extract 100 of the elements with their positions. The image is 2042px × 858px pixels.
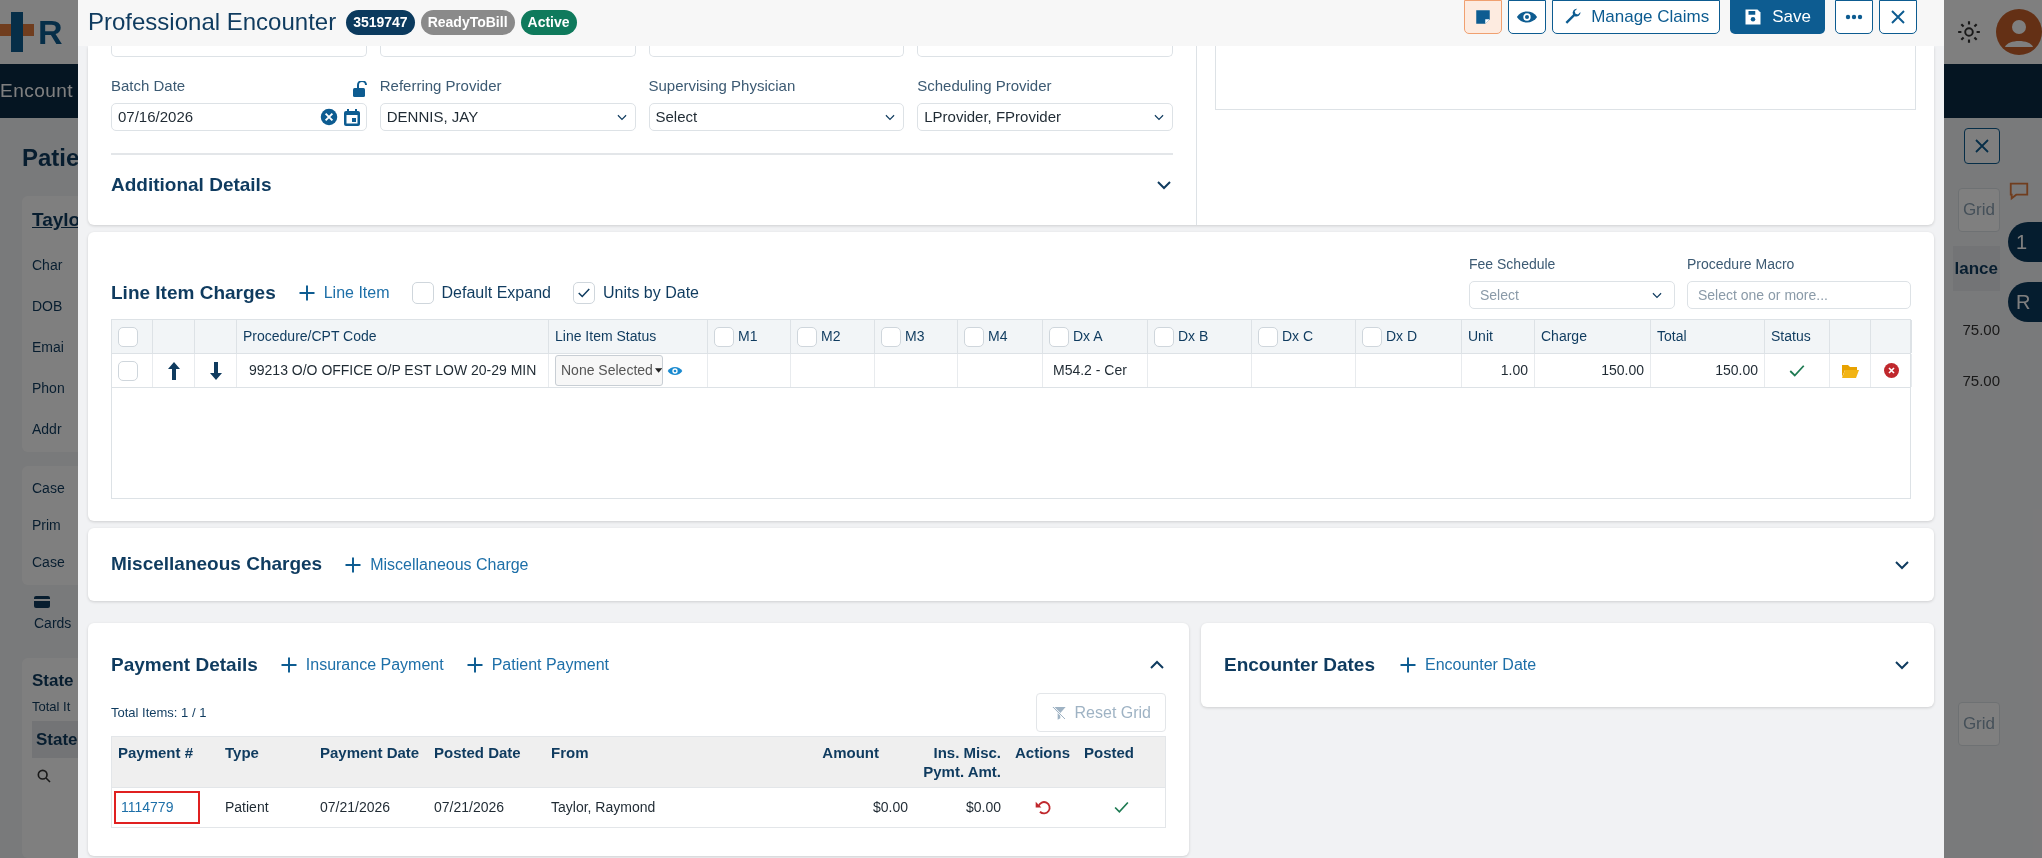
status-badge: 3519747 xyxy=(346,9,415,35)
payment-link[interactable]: 1114779 xyxy=(114,791,200,824)
arrow-down-icon[interactable] xyxy=(209,361,222,380)
checkbox[interactable] xyxy=(964,326,984,347)
close-icon xyxy=(1889,8,1907,26)
column-header: From xyxy=(550,743,590,763)
table-cell-text: Taylor, Raymond xyxy=(550,798,657,817)
input-field[interactable] xyxy=(917,46,1173,57)
checkbox[interactable] xyxy=(1362,326,1382,347)
checkbox[interactable] xyxy=(797,326,817,347)
unlocked-padlock-icon[interactable] xyxy=(352,81,367,97)
close-icon xyxy=(1973,137,1991,155)
column-header: Dx B xyxy=(1178,327,1209,346)
calendar-icon[interactable] xyxy=(343,108,360,126)
field-label: Phon xyxy=(32,378,66,398)
status-badge: Active xyxy=(520,9,577,35)
field-label: Case xyxy=(32,478,66,498)
field-label: Fee Schedule xyxy=(1469,255,1557,274)
column-header: M2 xyxy=(821,327,841,346)
caret-icon xyxy=(654,368,662,373)
checkbox[interactable] xyxy=(1258,326,1278,347)
checkbox[interactable] xyxy=(714,326,734,347)
close-button[interactable] xyxy=(1964,128,2000,164)
table-cell-text: 07/21/2026 xyxy=(319,798,392,817)
note-button[interactable] xyxy=(1464,0,1503,34)
checkbox-label: Units by Date xyxy=(602,282,699,303)
field-label: Case xyxy=(32,552,66,572)
checkbox[interactable] xyxy=(572,281,595,304)
table-cell-text: 99213 O/O OFFICE O/P EST LOW 20-29 MIN xyxy=(249,361,537,380)
manage-claims-button[interactable]: Manage Claims xyxy=(1552,0,1721,34)
close-button[interactable] xyxy=(1879,0,1917,34)
input-field[interactable] xyxy=(111,46,367,57)
column-header: M1 xyxy=(738,327,758,346)
checkbox[interactable] xyxy=(881,326,901,347)
input-field[interactable] xyxy=(379,46,636,57)
checkbox[interactable] xyxy=(118,360,138,381)
nav-tab[interactable]: Encount xyxy=(0,76,74,106)
add-link[interactable]: Patient Payment xyxy=(465,653,610,677)
dropdown[interactable]: None Selected xyxy=(555,355,663,386)
column-header: Dx A xyxy=(1073,327,1103,346)
column-header: Payment # xyxy=(117,743,195,763)
add-link[interactable]: Insurance Payment xyxy=(279,653,444,677)
dropdown[interactable]: Select xyxy=(1469,281,1675,309)
field-label: Prim xyxy=(32,515,62,535)
checkbox[interactable] xyxy=(1154,326,1174,347)
input-field[interactable] xyxy=(648,46,905,57)
checkbox[interactable] xyxy=(411,281,434,304)
cards-label[interactable]: Cards xyxy=(34,612,72,634)
dropdown[interactable]: Select xyxy=(648,103,905,131)
field-label: Addr xyxy=(32,419,63,439)
date-field[interactable]: 07/16/2026 xyxy=(111,103,367,131)
column-header: Dx C xyxy=(1282,327,1314,346)
table-cell-text: 75.00 xyxy=(1962,320,2000,340)
dropdown[interactable]: LProvider, FProvider xyxy=(917,103,1173,131)
field-label: Scheduling Provider xyxy=(917,75,1052,96)
undo-icon[interactable] xyxy=(1035,799,1052,816)
table-cell-text: M54.2 - Cer xyxy=(1052,361,1127,380)
more-options-button[interactable] xyxy=(1835,0,1873,34)
table-cell-text: 150.00 xyxy=(1601,361,1644,380)
arrow-up-icon[interactable] xyxy=(167,361,180,380)
field-label: Emai xyxy=(32,337,65,357)
column-header: Actions xyxy=(1014,743,1071,763)
column-header: Amount xyxy=(821,743,880,763)
add-link[interactable]: Miscellaneous Charge xyxy=(344,552,529,577)
avatar-badge[interactable]: R xyxy=(2008,282,2042,322)
logo-text: R xyxy=(38,11,63,53)
table-cell-text: Patient xyxy=(224,798,270,817)
plus-icon xyxy=(279,656,298,674)
field-label: Procedure Macro xyxy=(1687,255,1796,274)
credit-card-icon[interactable] xyxy=(34,594,50,609)
dropdown[interactable]: DENNIS, JAY xyxy=(379,103,636,131)
note-icon xyxy=(1474,8,1493,26)
column-header: Type xyxy=(224,743,260,763)
field-label: Supervising Physician xyxy=(648,75,796,96)
multi-select-field[interactable]: Select one or more... xyxy=(1687,281,1911,309)
clear-icon[interactable] xyxy=(319,108,338,126)
settings-icon[interactable] xyxy=(1956,19,1982,45)
field-label: Char xyxy=(32,255,64,275)
modal-title: Professional Encounter xyxy=(88,7,337,37)
total-items-text: Total Items: 1 / 1 xyxy=(111,703,207,722)
avatar-icon[interactable] xyxy=(1996,9,2042,55)
section-title: Miscellaneous Charges xyxy=(111,552,323,577)
page-heading: Patie xyxy=(22,143,81,173)
add-link[interactable]: Encounter Date xyxy=(1399,653,1537,677)
column-header: Ins. Misc. Pymt. Amt. xyxy=(922,743,1002,782)
add-link[interactable]: Line Item xyxy=(297,280,390,305)
plus-icon xyxy=(1399,656,1417,674)
search-icon[interactable] xyxy=(36,768,52,784)
checkbox[interactable] xyxy=(1049,326,1069,347)
section-title: Payment Details xyxy=(111,652,258,677)
column-header: lance xyxy=(1952,245,2000,291)
avatar-badge[interactable]: 1 xyxy=(2008,222,2042,262)
table-cell-text: $0.00 xyxy=(964,798,1002,817)
column-header: Posted xyxy=(1083,743,1135,763)
view-button[interactable] xyxy=(1508,0,1547,34)
save-button[interactable]: Save xyxy=(1730,0,1825,34)
checkbox[interactable] xyxy=(118,326,138,347)
total-items-text: Total It xyxy=(32,698,72,716)
delete-icon[interactable] xyxy=(1883,363,1899,378)
section-title: Encounter Dates xyxy=(1224,652,1375,677)
